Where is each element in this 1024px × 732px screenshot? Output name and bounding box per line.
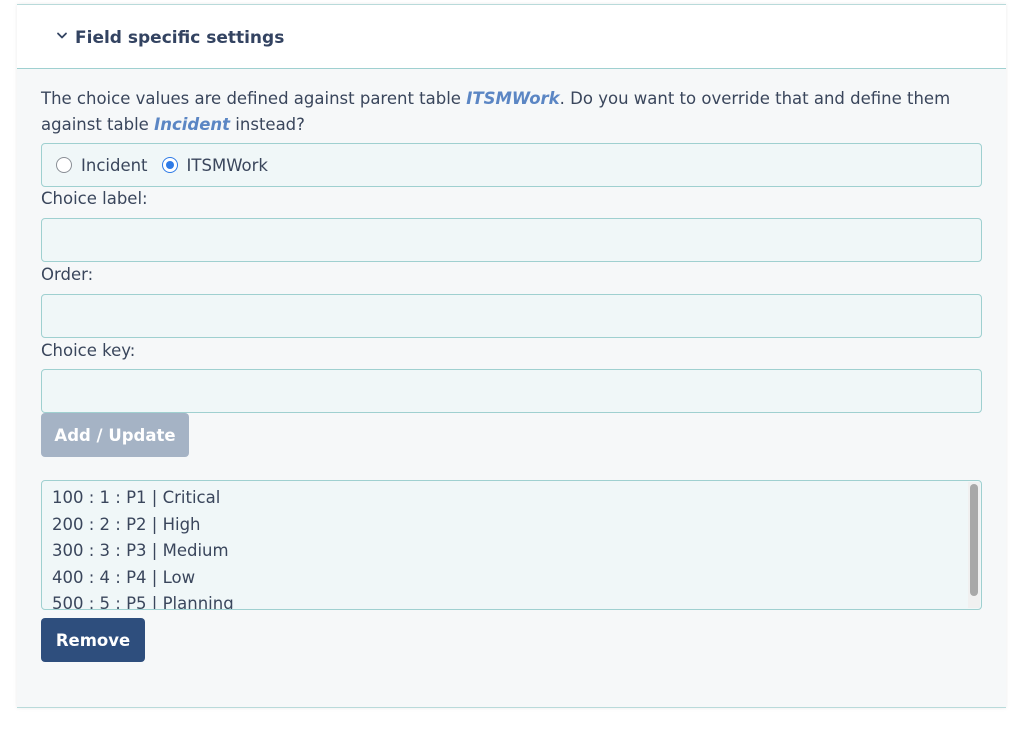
- choice-item[interactable]: 400 : 4 : P4 | Low: [52, 565, 234, 592]
- order-label: Order:: [41, 265, 94, 284]
- choice-label-label: Choice label:: [41, 189, 148, 208]
- radio-button-incident[interactable]: [56, 157, 72, 173]
- parent-table-name: ITSMWork: [466, 89, 560, 108]
- radio-selected-dot: [165, 161, 174, 169]
- field-settings-panel: Field specific settings The choice value…: [17, 4, 1006, 708]
- choices-listbox[interactable]: 100 : 1 : P1 | Critical 200 : 2 : P2 | H…: [41, 480, 982, 610]
- section-title: Field specific settings: [75, 28, 285, 48]
- scrollbar-thumb[interactable]: [970, 484, 978, 596]
- radio-option-itsmwork[interactable]: ITSMWork: [161, 155, 268, 175]
- choice-item[interactable]: 300 : 3 : P3 | Medium: [52, 538, 234, 565]
- remove-button[interactable]: Remove: [41, 618, 145, 662]
- choice-key-label: Choice key:: [41, 341, 136, 360]
- order-input[interactable]: [41, 294, 982, 338]
- radio-button-itsmwork[interactable]: [161, 157, 178, 173]
- intro-text-3: instead?: [230, 115, 305, 134]
- choice-item[interactable]: 200 : 2 : P2 | High: [52, 512, 234, 539]
- radio-option-incident[interactable]: Incident: [56, 156, 148, 175]
- section-header[interactable]: Field specific settings: [17, 5, 1006, 69]
- choice-key-input[interactable]: [41, 369, 982, 413]
- choice-item[interactable]: 100 : 1 : P1 | Critical: [52, 485, 234, 512]
- choices-list: 100 : 1 : P1 | Critical 200 : 2 : P2 | H…: [52, 485, 234, 609]
- choice-item[interactable]: 500 : 5 : P5 | Planning: [52, 591, 234, 609]
- chevron-down-icon[interactable]: [55, 29, 69, 43]
- add-update-button[interactable]: Add / Update: [41, 413, 189, 457]
- intro-text-1: The choice values are defined against pa…: [41, 89, 467, 108]
- choice-label-input[interactable]: [41, 218, 982, 262]
- override-question: The choice values are defined against pa…: [41, 86, 981, 138]
- listbox-scrollbar[interactable]: [968, 482, 980, 608]
- table-choice-radio-group: Incident ITSMWork: [41, 143, 982, 187]
- radio-label-incident: Incident: [81, 155, 148, 175]
- current-table-name: Incident: [154, 115, 231, 134]
- radio-label-itsmwork: ITSMWork: [186, 155, 268, 175]
